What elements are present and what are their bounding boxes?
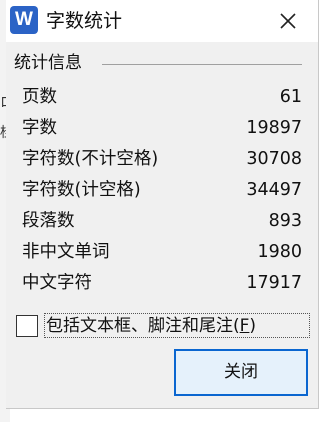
- stat-value: 1980: [257, 242, 302, 262]
- stat-value: 17917: [246, 273, 302, 293]
- stat-value: 893: [268, 211, 302, 231]
- stat-row-chars-no-spaces: 字符数(不计空格) 30708: [22, 144, 302, 175]
- title-bar: W 字数统计: [6, 0, 318, 42]
- option-hotkey: F: [239, 316, 250, 336]
- stat-row-paragraphs: 段落数 893: [22, 206, 302, 237]
- include-textboxes-footnotes-label[interactable]: 包括文本框、脚注和尾注(F): [46, 312, 256, 340]
- option-label-suffix: ): [249, 316, 257, 336]
- stat-value: 61: [279, 87, 302, 107]
- stat-row-chars-with-spaces: 字符数(计空格) 34497: [22, 175, 302, 206]
- wps-writer-app-icon: W: [10, 6, 38, 34]
- stat-row-non-chinese-words: 非中文单词 1980: [22, 237, 302, 268]
- include-textboxes-footnotes-option[interactable]: 包括文本框、脚注和尾注(F): [16, 312, 312, 340]
- stat-label: 中文字符: [22, 273, 92, 293]
- stat-label: 字符数(计空格): [22, 180, 141, 200]
- stat-label: 字符数(不计空格): [22, 149, 159, 169]
- stat-label: 字数: [22, 118, 57, 138]
- stat-value: 19897: [246, 118, 302, 138]
- option-label-text: 包括文本框、脚注和尾注(: [46, 316, 240, 336]
- stat-label: 非中文单词: [22, 242, 110, 262]
- stats-group-title: 统计信息: [14, 52, 84, 74]
- close-icon[interactable]: [272, 6, 304, 36]
- stat-value: 34497: [246, 180, 302, 200]
- stat-row-words: 字数 19897: [22, 113, 302, 144]
- close-button[interactable]: 关闭: [174, 349, 308, 396]
- group-divider: [102, 64, 302, 65]
- dialog-title: 字数统计: [46, 10, 123, 32]
- stat-label: 段落数: [22, 211, 75, 231]
- stat-row-pages: 页数 61: [22, 82, 302, 113]
- stat-label: 页数: [22, 87, 57, 107]
- word-count-dialog: W 字数统计 统计信息 页数 61 字数 19897 字符数(不计空格) 307…: [6, 0, 319, 409]
- stats-list: 页数 61 字数 19897 字符数(不计空格) 30708 字符数(计空格) …: [22, 82, 302, 299]
- stat-value: 30708: [246, 149, 302, 169]
- include-textboxes-footnotes-checkbox[interactable]: [16, 315, 38, 337]
- stat-row-chinese-chars: 中文字符 17917: [22, 268, 302, 299]
